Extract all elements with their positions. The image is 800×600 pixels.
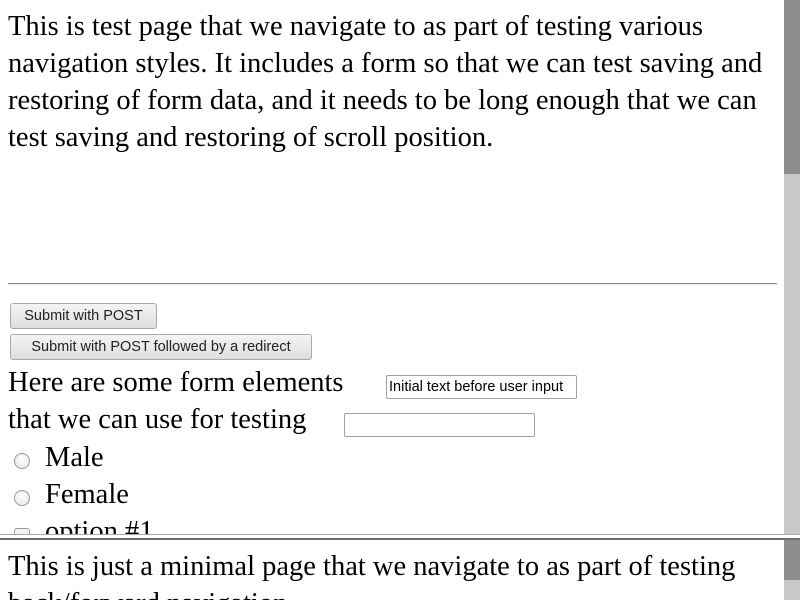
radio-male-label: Male: [45, 442, 104, 473]
top-frame: This is test page that we navigate to as…: [0, 0, 800, 536]
bottom-frame-content: This is just a minimal page that we navi…: [0, 540, 784, 600]
empty-text-input[interactable]: [344, 413, 535, 437]
radio-female-label: Female: [45, 479, 129, 510]
top-frame-content: This is test page that we navigate to as…: [0, 0, 784, 536]
form-text-line-2: that we can use for testing: [8, 404, 307, 435]
radio-male[interactable]: [14, 453, 30, 469]
bottom-frame-scrollbar[interactable]: [784, 540, 800, 600]
intro-paragraph: This is test page that we navigate to as…: [8, 11, 763, 153]
submit-post-redirect-button[interactable]: Submit with POST followed by a redirect: [10, 334, 312, 360]
initial-text-input[interactable]: Initial text before user input: [386, 375, 577, 399]
bottom-frame: This is just a minimal page that we navi…: [0, 540, 800, 600]
submit-post-button[interactable]: Submit with POST: [10, 303, 157, 329]
horizontal-rule: [8, 283, 777, 285]
top-frame-scrollbar[interactable]: [784, 0, 800, 536]
checkbox-option-1-label: option #1: [45, 516, 154, 536]
minimal-page-paragraph: This is just a minimal page that we navi…: [8, 551, 736, 600]
bottom-frame-scrollbar-thumb[interactable]: [784, 540, 800, 580]
radio-female[interactable]: [14, 490, 30, 506]
form-text-line-1: Here are some form elements: [8, 367, 344, 398]
top-frame-scrollbar-thumb[interactable]: [784, 0, 800, 174]
